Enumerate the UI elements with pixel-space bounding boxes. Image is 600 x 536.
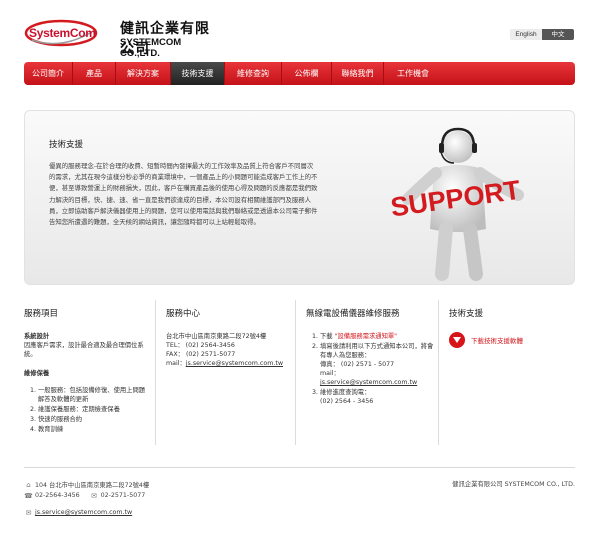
- service-list: 一般服務：包括設備修復、使用上問題解答及軟體的更新 維護保養服務：定期檢查保養 …: [24, 386, 147, 434]
- download-icon: [449, 332, 465, 348]
- download-support-software[interactable]: 下載技術支援軟體: [449, 332, 575, 348]
- lang-english-button[interactable]: English: [510, 29, 542, 40]
- list-item: 教育訓練: [38, 425, 147, 434]
- logo-brand-text: SystemCom: [29, 26, 96, 40]
- repair-heading: 維修保養: [24, 370, 50, 377]
- support-banner: 技術支援 優異的服務理念-在於合理的收費、短暫時間內發揮最大的工作效率及品質上符…: [24, 110, 575, 285]
- system-design-heading: 系統設計: [24, 333, 50, 340]
- download-support-link[interactable]: 下載技術支援軟體: [471, 335, 523, 345]
- nav-item-products[interactable]: 產品: [73, 62, 116, 85]
- footer-address: 104 台北市中山區南京東路二段72號4樓: [35, 482, 150, 489]
- company-logo[interactable]: SystemCom 健訊企業有限公司 SYSTEMCOM CO.,LTD.: [24, 18, 214, 59]
- page-title: 技術支援: [49, 140, 84, 150]
- step1-prefix: 下載: [320, 333, 333, 340]
- tech-support-title: 技術支援: [449, 309, 484, 319]
- nav-item-bulletin[interactable]: 公佈欄: [282, 62, 332, 85]
- system-design-text: 因應客戶需求，設計最合適及最合理價位系統。: [24, 342, 144, 358]
- service-center-email-link[interactable]: js.service@systemcom.com.tw: [186, 360, 283, 367]
- footer-divider: [24, 467, 575, 468]
- service-center-fax: FAX： (02) 2571-5077: [166, 351, 236, 358]
- mail-label: mail：: [320, 370, 340, 377]
- footer-email-link[interactable]: js.service@systemcom.com.tw: [35, 509, 132, 516]
- email-icon: ✉: [25, 508, 32, 517]
- repair-phone: (02) 2564 - 3456: [320, 398, 374, 405]
- service-center-title: 服務中心: [166, 309, 201, 319]
- fax-icon: ✉: [91, 491, 98, 500]
- step3-text: 維修進度查詢電：: [320, 389, 371, 396]
- nav-item-contact[interactable]: 聯絡我們: [332, 62, 384, 85]
- wireless-repair-column: 無線電設備儀器維修服務 下載 "設備服務需求通知單" 填寫後請利用以下方式通知本…: [295, 300, 438, 445]
- header: SystemCom 健訊企業有限公司 SYSTEMCOM CO.,LTD. En…: [0, 0, 600, 60]
- request-form-download-link[interactable]: "設備服務需求通知單": [335, 333, 397, 340]
- nav-item-repair-query[interactable]: 維修查詢: [225, 62, 282, 85]
- service-center-address: 台北市中山區南京東路二段72號4樓: [166, 333, 267, 340]
- lang-chinese-button[interactable]: 中文: [542, 29, 574, 40]
- footer: ⌂ 104 台北市中山區南京東路二段72號4樓 ☎ 02-2564-3456 ✉ 02-…: [24, 479, 575, 518]
- nav-item-about[interactable]: 公司簡介: [24, 62, 73, 85]
- footer-copyright: 健訊企業有限公司 SYSTEMCOM CO., LTD.: [452, 481, 575, 488]
- nav-item-solutions[interactable]: 解決方案: [116, 62, 171, 85]
- service-items-title: 服務項目: [24, 309, 59, 319]
- footer-fax: 02-2571-5077: [100, 492, 146, 499]
- step2-text: 填寫後請利用以下方式通知本公司，將會有專人為您服務：: [320, 343, 434, 359]
- tech-support-column: 技術支援 下載技術支援軟體: [438, 300, 575, 445]
- nav-item-tech-support[interactable]: 技術支援: [171, 62, 225, 85]
- repair-steps: 下載 "設備服務需求通知單" 填寫後請利用以下方式通知本公司，將會有專人為您服務…: [306, 332, 438, 406]
- phone-icon: ☎: [24, 491, 33, 500]
- mail-label: mail：: [166, 360, 186, 367]
- repair-fax: 傳真： (02) 2571 - 5077: [320, 361, 395, 368]
- repair-email-link[interactable]: js.service@systemcom.com.tw: [320, 379, 417, 386]
- nav-item-careers[interactable]: 工作機會: [384, 62, 442, 85]
- list-item: 維修進度查詢電： (02) 2564 - 3456: [320, 388, 438, 406]
- list-item: 維護保養服務：定期檢查保養: [38, 405, 147, 414]
- list-item: 一般服務：包括設備修復、使用上問題解答及軟體的更新: [38, 386, 147, 404]
- logo-english-name: SYSTEMCOM CO.,LTD.: [120, 37, 182, 59]
- service-center-column: 服務中心 台北市中山區南京東路二段72號4樓 TEL： (02) 2564-34…: [155, 300, 295, 445]
- list-item: 快速的服務合約: [38, 415, 147, 424]
- language-switcher: English 中文: [510, 29, 574, 40]
- footer-phone: 02-2564-3456: [35, 492, 80, 499]
- main-nav: 公司簡介 產品 解決方案 技術支援 維修查詢 公佈欄 聯絡我們 工作機會: [24, 62, 575, 85]
- service-center-tel: TEL： (02) 2564-3456: [166, 342, 235, 349]
- list-item: 下載 "設備服務需求通知單": [320, 332, 438, 341]
- info-columns: 服務項目 系統設計 因應客戶需求，設計最合適及最合理價位系統。 維修保養 一般服…: [24, 300, 575, 450]
- wireless-repair-title: 無線電設備儀器維修服務: [306, 309, 400, 319]
- location-icon: ⌂: [26, 480, 31, 489]
- support-figure-illustration: SUPPORT: [389, 127, 524, 281]
- banner-description: 優異的服務理念-在於合理的收費、短暫時間內發揮最大的工作效率及品質上符合客戶不同…: [49, 162, 318, 227]
- list-item: 填寫後請利用以下方式通知本公司，將會有專人為您服務： 傳真： (02) 2571…: [320, 342, 438, 387]
- service-items-column: 服務項目 系統設計 因應客戶需求，設計最合適及最合理價位系統。 維修保養 一般服…: [24, 300, 155, 445]
